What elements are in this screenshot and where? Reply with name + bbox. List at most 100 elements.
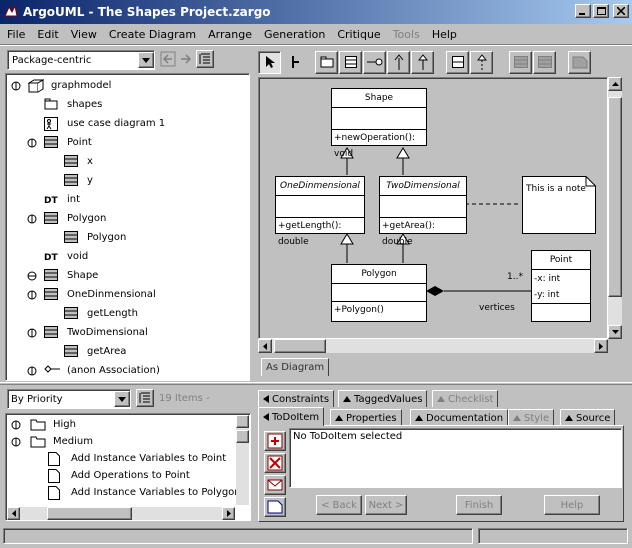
todo-vertical-scrollbar[interactable]: [236, 415, 249, 505]
collapse-toggle-icon[interactable]: [26, 289, 40, 301]
tree-item-label: Polygon: [67, 213, 107, 224]
association-tool-icon[interactable]: [446, 50, 469, 74]
tree-item[interactable]: graphmodel: [6, 76, 249, 95]
class-tool-icon[interactable]: [339, 50, 362, 74]
tree-item[interactable]: use case diagram 1: [6, 114, 249, 133]
tree-item[interactable]: Polygon: [6, 228, 249, 247]
menu-view[interactable]: View: [71, 28, 97, 41]
todo-item[interactable]: Add Instance Variables to Point: [6, 450, 250, 467]
uml-class-shape[interactable]: Shape +newOperation(): void: [331, 88, 427, 159]
menu-arrange[interactable]: Arrange: [208, 28, 252, 41]
tree-item[interactable]: (anon Association): [6, 361, 249, 380]
tree-item[interactable]: TwoDimensional: [6, 323, 249, 342]
collapse-toggle-icon[interactable]: [10, 80, 24, 92]
menu-generation[interactable]: Generation: [264, 28, 325, 41]
help-button[interactable]: Help: [544, 495, 600, 515]
back-button[interactable]: < Back: [316, 495, 362, 515]
diagram-horizontal-scrollbar[interactable]: [258, 339, 608, 353]
tree-item[interactable]: OneDinmensional: [6, 285, 249, 304]
align-right-icon[interactable]: [533, 50, 556, 74]
tab-source[interactable]: Source: [560, 409, 616, 426]
note-tool-icon[interactable]: [568, 50, 591, 74]
tab-as-diagram[interactable]: As Diagram: [261, 358, 330, 376]
todo-item[interactable]: High: [6, 416, 250, 433]
todo-item[interactable]: Add Instance Variables to Polygon: [6, 484, 250, 501]
todo-item[interactable]: Medium: [6, 433, 250, 450]
tab-style[interactable]: Style: [508, 409, 555, 426]
diagram-vertical-scrollbar[interactable]: [608, 77, 622, 339]
uml-class-onedimensional[interactable]: OneDinmensional +getLength(): double: [275, 176, 365, 247]
todo-config-icon[interactable]: [136, 389, 154, 407]
tree-item[interactable]: x: [6, 152, 249, 171]
collapse-toggle-icon[interactable]: [26, 213, 40, 225]
menu-edit[interactable]: Edit: [37, 28, 58, 41]
select-tool-icon[interactable]: [258, 50, 281, 74]
class-icon: [44, 268, 62, 283]
minimize-button[interactable]: [575, 4, 591, 18]
tab-todoitem[interactable]: ToDoItem: [258, 407, 325, 426]
tree-item[interactable]: DT void: [6, 247, 249, 266]
tab-constraints[interactable]: Constraints: [258, 390, 335, 407]
resolve-todo-icon[interactable]: [264, 453, 286, 473]
menu-critique[interactable]: Critique: [337, 28, 380, 41]
collapse-toggle-icon[interactable]: [26, 137, 40, 149]
tab-documentation[interactable]: Documentation: [410, 409, 509, 426]
tree-item[interactable]: Shape: [6, 266, 249, 285]
collapse-toggle-icon[interactable]: [10, 419, 24, 431]
uml-class-polygon[interactable]: Polygon +Polygon(): [331, 264, 427, 322]
tab-checklist[interactable]: Checklist: [432, 390, 499, 407]
menu-create-diagram[interactable]: Create Diagram: [109, 28, 196, 41]
generalization-tool-icon[interactable]: [387, 50, 410, 74]
class-operation: +getLength(): double: [276, 217, 364, 247]
chevron-down-icon[interactable]: [114, 391, 130, 407]
collapse-toggle-icon[interactable]: [10, 436, 24, 448]
menu-tools[interactable]: Tools: [393, 28, 420, 41]
chevron-down-icon[interactable]: [138, 52, 154, 68]
tree-item[interactable]: Point: [6, 133, 249, 152]
tree-item[interactable]: y: [6, 171, 249, 190]
tree-item[interactable]: DT int: [6, 190, 249, 209]
dependency-tool-icon[interactable]: [411, 50, 434, 74]
nav-config-icon[interactable]: [196, 50, 214, 68]
tab-taggedvalues[interactable]: TaggedValues: [338, 390, 428, 407]
todo-item-label: Add Instance Variables to Polygon: [71, 487, 241, 498]
tree-item[interactable]: Polygon: [6, 209, 249, 228]
todo-sort-select[interactable]: By Priority: [7, 389, 131, 409]
todo-horizontal-scrollbar[interactable]: [7, 507, 235, 520]
menu-file[interactable]: File: [7, 28, 25, 41]
todo-item[interactable]: Add Operations to Point: [6, 467, 250, 484]
forward-icon[interactable]: [178, 51, 194, 67]
align-left-icon[interactable]: [509, 50, 532, 74]
package-tool-icon[interactable]: [315, 50, 338, 74]
uml-class-point[interactable]: Point -x: int -y: int: [531, 250, 591, 322]
email-expert-icon[interactable]: [264, 475, 286, 495]
tree-item[interactable]: shapes: [6, 95, 249, 114]
realization-tool-icon[interactable]: [470, 50, 493, 74]
snooze-icon[interactable]: [264, 497, 286, 517]
new-todo-icon[interactable]: [264, 431, 286, 451]
uml-class-twodimensional[interactable]: TwoDimensional +getArea(): double: [379, 176, 467, 247]
tree-item[interactable]: getArea: [6, 342, 249, 361]
collapse-toggle-icon[interactable]: [26, 365, 40, 377]
datatype-icon: DT: [44, 193, 62, 207]
uml-note[interactable]: This is a note: [522, 176, 596, 234]
todo-count: 19 Items -: [159, 393, 210, 404]
interface-tool-icon[interactable]: [363, 50, 386, 74]
maximize-button[interactable]: [593, 4, 609, 18]
back-icon[interactable]: [160, 51, 176, 67]
close-button[interactable]: [613, 4, 629, 18]
perspective-select[interactable]: Package-centric: [7, 50, 155, 70]
finish-button[interactable]: Finish: [456, 495, 502, 515]
expand-toggle-icon[interactable]: [26, 270, 40, 282]
class-icon: [44, 135, 62, 150]
collapse-toggle-icon[interactable]: [26, 327, 40, 339]
broom-tool-icon[interactable]: [282, 51, 305, 74]
next-button[interactable]: Next >: [365, 495, 407, 515]
tab-properties[interactable]: Properties: [330, 409, 402, 426]
tree-item[interactable]: getLength: [6, 304, 249, 323]
diagram-canvas[interactable]: Shape +newOperation(): void OneDinmensio…: [258, 77, 608, 339]
menu-help[interactable]: Help: [432, 28, 457, 41]
